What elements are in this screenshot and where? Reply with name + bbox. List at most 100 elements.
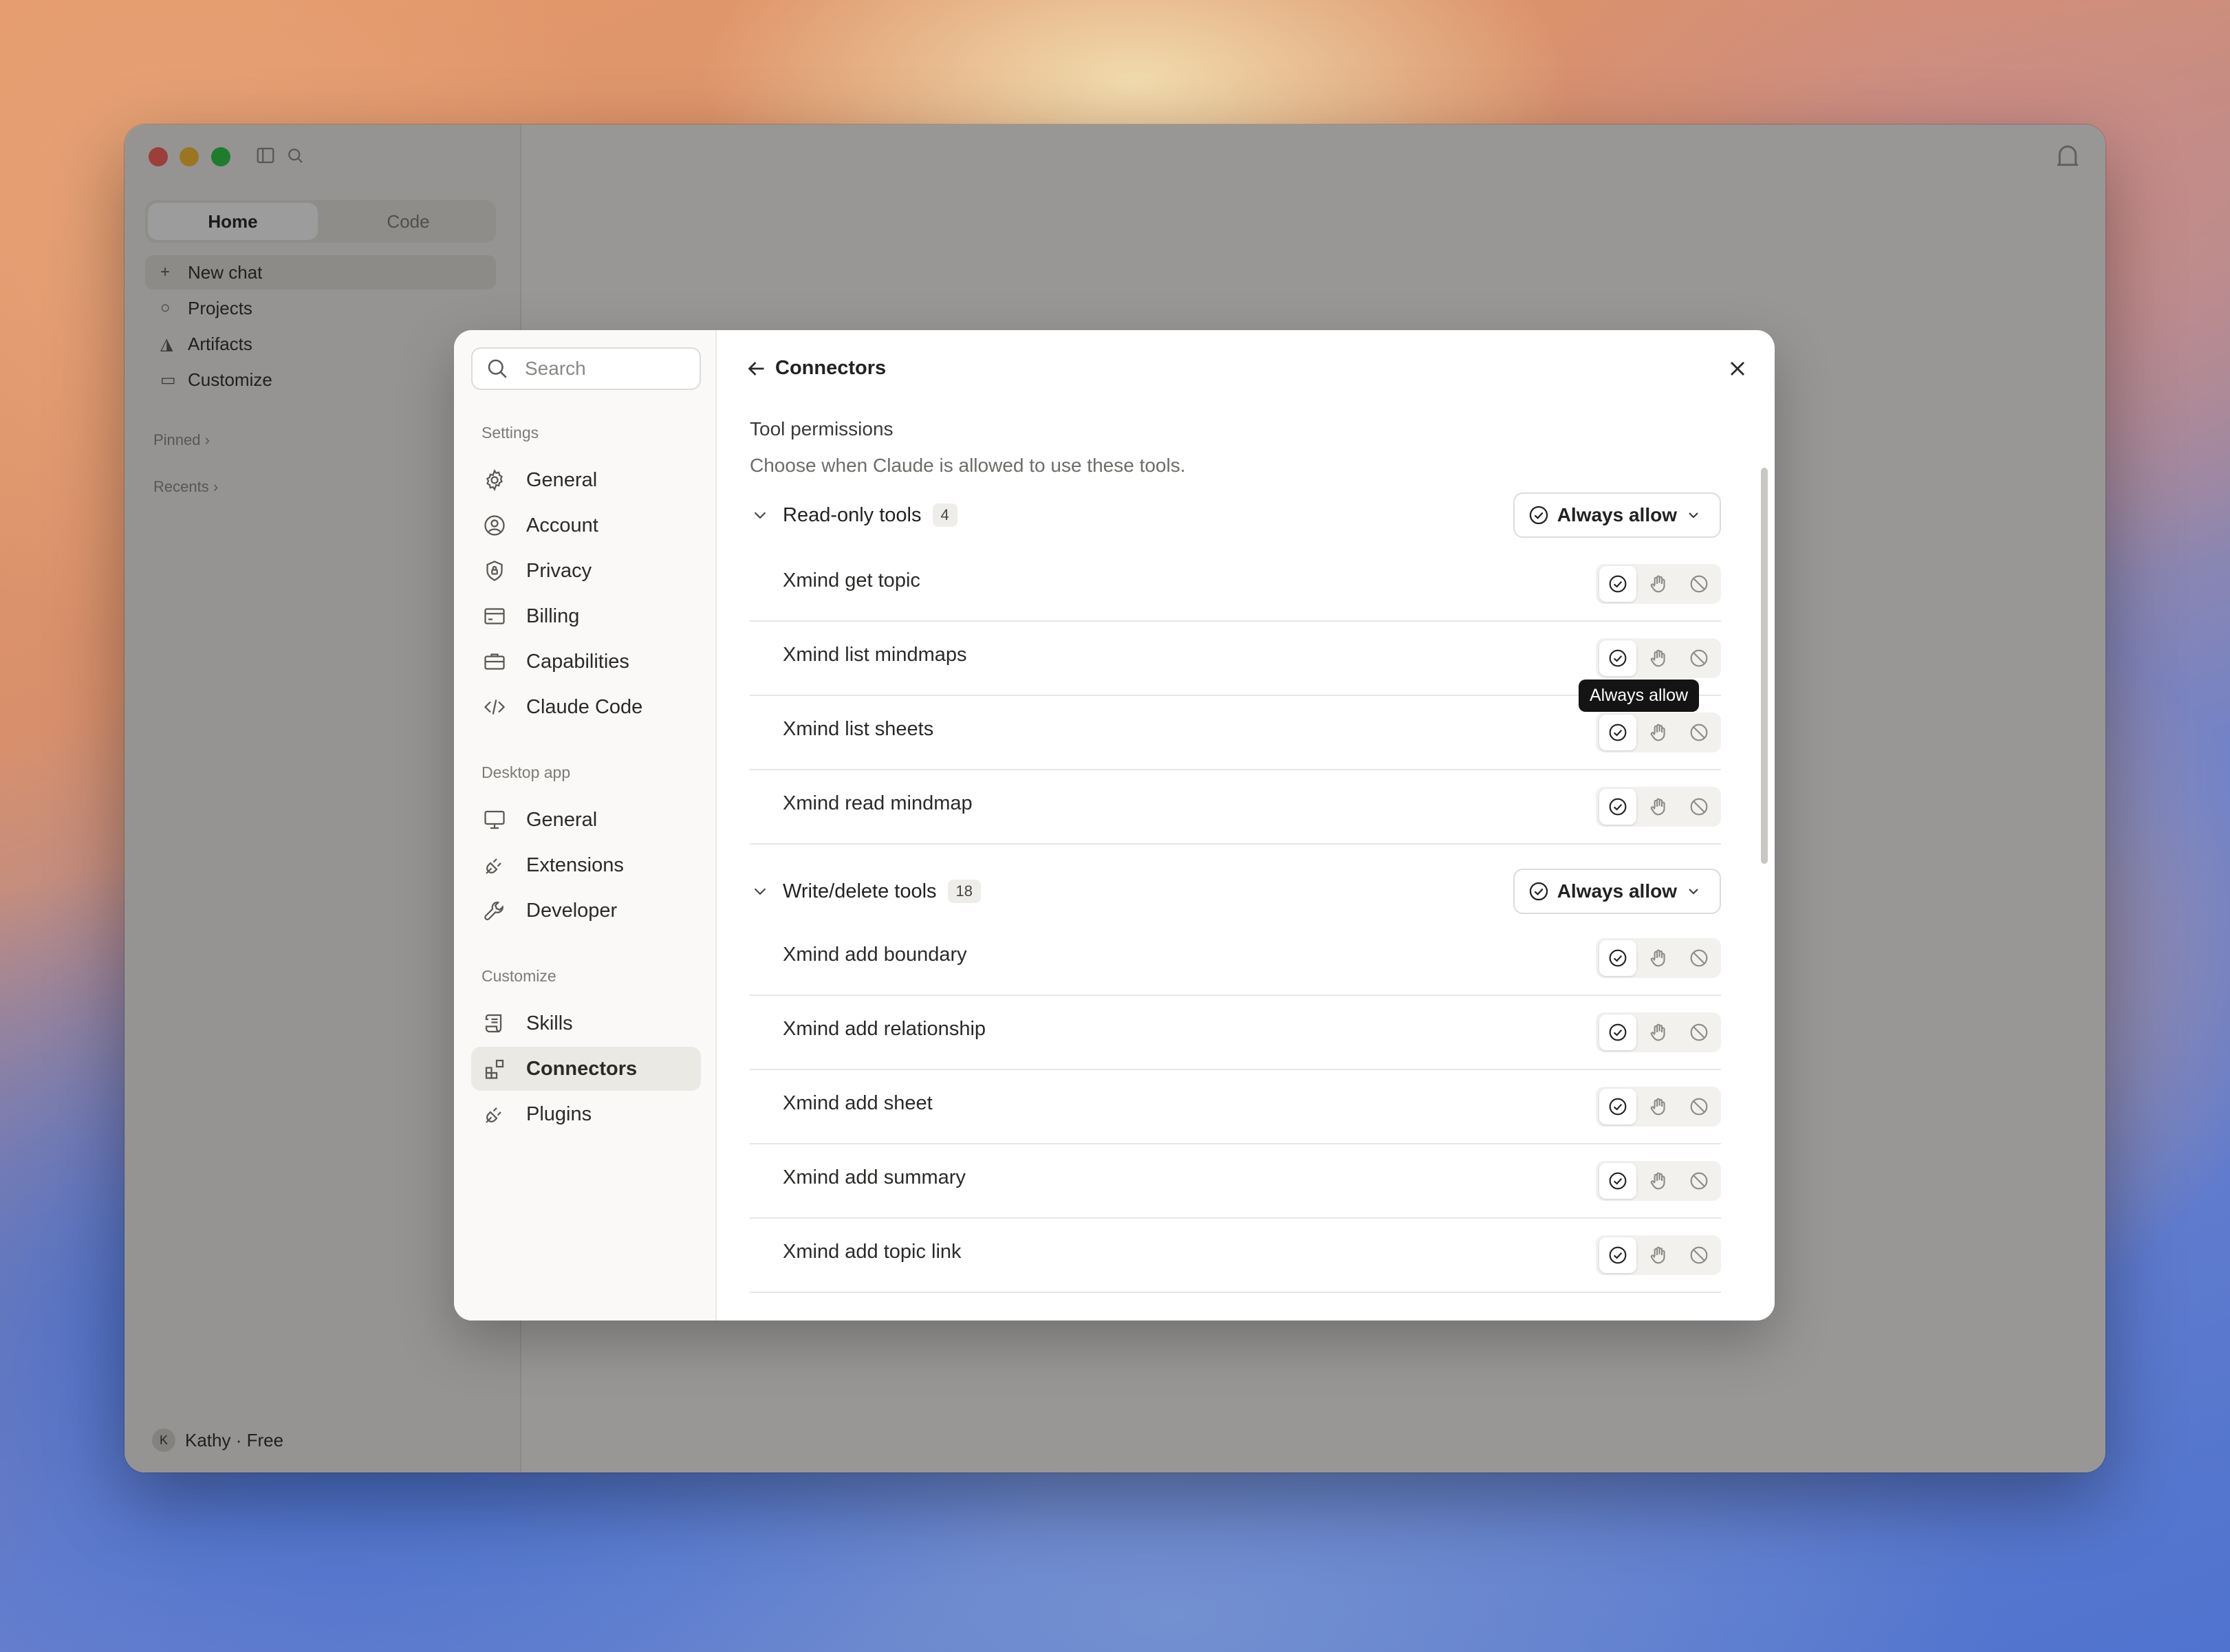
ask-button[interactable]: [1640, 940, 1677, 976]
block-button[interactable]: [1680, 715, 1718, 750]
allow-button[interactable]: [1599, 1089, 1636, 1124]
block-button[interactable]: [1680, 1237, 1718, 1273]
block-button[interactable]: [1680, 1163, 1718, 1199]
group-header-read-only[interactable]: Read-only tools 4 Always allow: [750, 492, 1721, 538]
check-circle-icon: [1609, 724, 1627, 741]
nav-connectors[interactable]: Connectors: [471, 1047, 701, 1091]
plug-icon: [486, 1107, 501, 1123]
monitor-icon: [484, 810, 505, 829]
chevron-down-icon[interactable]: [750, 881, 770, 902]
chevron-down-icon[interactable]: [750, 505, 770, 525]
ask-button[interactable]: [1640, 1014, 1677, 1050]
ask-button[interactable]: [1640, 1089, 1677, 1124]
nav-account-label: Account: [526, 514, 598, 536]
permission-toggle: [1596, 564, 1721, 604]
block-button[interactable]: [1680, 640, 1718, 676]
back-arrow-icon[interactable]: [744, 356, 769, 381]
page-title: Connectors: [775, 357, 887, 379]
allow-button[interactable]: [1599, 1163, 1636, 1199]
count-badge: 18: [947, 880, 982, 903]
block-icon: [1690, 1246, 1708, 1264]
nav-desktop-general[interactable]: General: [471, 798, 701, 842]
nav-desktop-general-label: General: [526, 808, 598, 831]
nav-connectors-label: Connectors: [526, 1057, 638, 1080]
chevron-down-icon: [1689, 512, 1698, 519]
gear-icon: [486, 469, 503, 491]
customize-section-label: Customize: [481, 967, 556, 985]
group-policy-dropdown[interactable]: Always allow: [1513, 869, 1721, 914]
check-circle-icon: [1609, 798, 1627, 816]
block-icon: [1690, 575, 1708, 593]
check-circle-icon: [1609, 575, 1627, 593]
tool-row: Xmind list mindmaps: [750, 619, 1721, 696]
block-button[interactable]: [1680, 789, 1718, 825]
scrollbar[interactable]: [1761, 468, 1768, 864]
nav-skills[interactable]: Skills: [471, 1001, 701, 1045]
allow-button[interactable]: [1599, 715, 1636, 750]
ask-button[interactable]: [1640, 1163, 1677, 1199]
nav-extensions[interactable]: Extensions: [471, 843, 701, 887]
tool-row: Xmind get topic: [750, 545, 1721, 622]
block-icon: [1690, 1172, 1708, 1190]
chevron-down-icon: [1689, 889, 1698, 895]
block-button[interactable]: [1680, 940, 1718, 976]
nav-privacy-label: Privacy: [526, 559, 592, 582]
check-circle-icon: [1529, 882, 1548, 901]
tool-name: Xmind read mindmap: [783, 792, 973, 814]
group-policy-dropdown[interactable]: Always allow: [1513, 492, 1721, 538]
nav-billing[interactable]: Billing: [471, 594, 701, 638]
settings-search[interactable]: [471, 347, 701, 390]
code-icon: [484, 699, 506, 715]
nav-skills-label: Skills: [526, 1012, 573, 1034]
block-button[interactable]: [1680, 566, 1718, 602]
nav-plugins[interactable]: Plugins: [471, 1092, 701, 1136]
tool-row: Xmind add sheet: [750, 1067, 1721, 1144]
dropdown-label: Always allow: [1557, 880, 1677, 902]
allow-button[interactable]: [1599, 940, 1636, 976]
ask-button[interactable]: [1640, 789, 1677, 825]
tool-name: Xmind add boundary: [783, 944, 967, 966]
ask-button[interactable]: [1640, 566, 1677, 602]
count-badge: 4: [932, 503, 957, 527]
nav-capabilities-label: Capabilities: [526, 650, 629, 673]
search-input[interactable]: [523, 357, 691, 380]
block-button[interactable]: [1680, 1014, 1718, 1050]
allow-button[interactable]: [1599, 789, 1636, 825]
check-circle-icon: [1609, 1098, 1627, 1116]
connectors-panel: Connectors Tool permissions Choose when …: [717, 330, 1775, 1320]
nav-privacy[interactable]: Privacy: [471, 549, 701, 593]
connectors-icon: [485, 1059, 504, 1079]
shield-lock-icon: [486, 561, 503, 581]
group-title: Read-only tools: [783, 503, 922, 526]
hand-icon: [1650, 1023, 1665, 1041]
block-button[interactable]: [1680, 1089, 1718, 1124]
allow-button[interactable]: [1599, 1014, 1636, 1050]
permission-toggle: [1596, 713, 1721, 752]
scroll-icon: [485, 1014, 502, 1033]
nav-claude-code[interactable]: Claude Code: [471, 685, 701, 729]
credit-card-icon: [484, 608, 505, 624]
nav-account[interactable]: Account: [471, 503, 701, 547]
allow-button[interactable]: [1599, 566, 1636, 602]
allow-button[interactable]: [1599, 1237, 1636, 1273]
desktop-app-section-label: Desktop app: [481, 763, 571, 781]
check-circle-icon: [1609, 649, 1627, 667]
permission-toggle: [1596, 1087, 1721, 1127]
plug-icon: [486, 858, 501, 874]
ask-button[interactable]: [1640, 1237, 1677, 1273]
group-header-write-delete[interactable]: Write/delete tools 18 Always allow: [750, 869, 1721, 914]
ask-button[interactable]: [1640, 640, 1677, 676]
ask-button[interactable]: [1640, 715, 1677, 750]
nav-general[interactable]: General: [471, 458, 701, 502]
nav-developer[interactable]: Developer: [471, 889, 701, 933]
permission-toggle: [1596, 1235, 1721, 1275]
permission-toggle: [1596, 1161, 1721, 1201]
tool-row: Xmind list sheets: [750, 693, 1721, 770]
hand-icon: [1650, 949, 1665, 967]
close-icon[interactable]: [1725, 356, 1750, 381]
block-icon: [1690, 1023, 1708, 1041]
allow-button[interactable]: [1599, 640, 1636, 676]
tool-row: Xmind add boundary: [750, 919, 1721, 996]
nav-capabilities[interactable]: Capabilities: [471, 640, 701, 684]
section-heading: Tool permissions: [750, 418, 894, 439]
